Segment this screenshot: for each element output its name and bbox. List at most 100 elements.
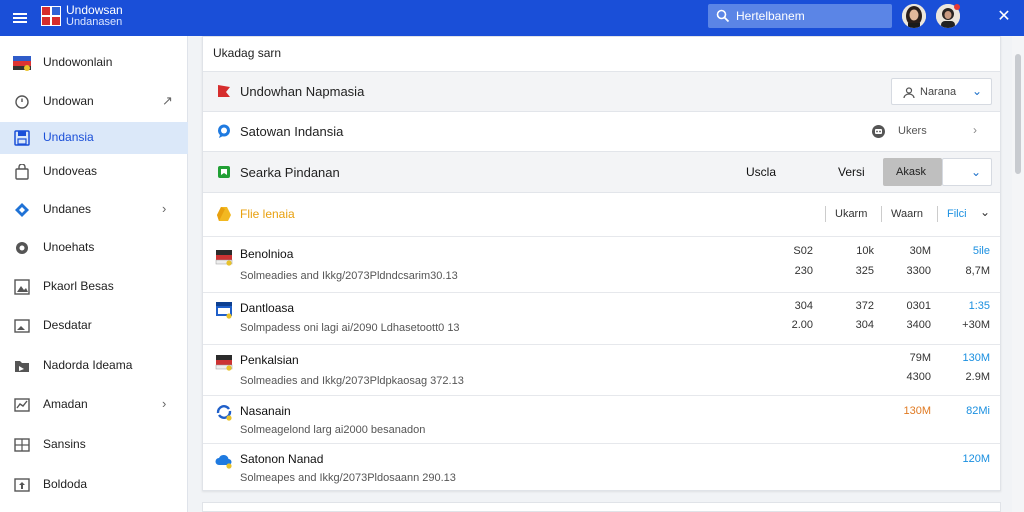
section-undowhan[interactable]: Undowhan Napmasia Narana ⌄ bbox=[203, 71, 1000, 111]
column-header-ukarm[interactable]: Ukarm bbox=[835, 208, 867, 220]
sidebar-item-sansins[interactable]: Sansins bbox=[0, 429, 188, 461]
section-label: Undowhan Napmasia bbox=[240, 84, 365, 99]
cell-value: 325 bbox=[855, 265, 874, 277]
close-button[interactable]: ✕ bbox=[994, 7, 1014, 27]
sidebar-item-label: Sansins bbox=[43, 437, 86, 451]
search-icon bbox=[716, 9, 730, 23]
chevron-down-icon: ⌄ bbox=[972, 84, 983, 98]
table-row[interactable]: Penkalsian Solmeadies and Ikkg/2073Pldpk… bbox=[203, 344, 1000, 395]
chevron-down-icon[interactable]: ⌄ bbox=[980, 205, 990, 219]
row-name: Dantloasa bbox=[240, 301, 295, 315]
row-path: Solmeapes and Ikkg/2073Pldosaann 290.13 bbox=[240, 472, 456, 484]
uscla-label[interactable]: Uscla bbox=[746, 165, 776, 179]
section-label: Searka Pindanan bbox=[240, 165, 340, 180]
column-divider bbox=[881, 206, 882, 222]
cell-value: 10k bbox=[856, 245, 874, 257]
akask-button[interactable]: Akask bbox=[883, 158, 942, 186]
cell-value: 82Mi bbox=[966, 405, 990, 417]
search-input[interactable] bbox=[736, 7, 886, 25]
cell-value: 1:35 bbox=[968, 300, 990, 312]
sync-icon bbox=[216, 405, 232, 421]
sidebar-item-label: Pkaorl Besas bbox=[43, 279, 114, 293]
row-name: Nasanain bbox=[240, 404, 291, 418]
button-label: Akask bbox=[896, 166, 926, 178]
sidebar-item-pkaorl-besas[interactable]: Pkaorl Besas bbox=[0, 271, 188, 303]
flag-icon bbox=[215, 250, 233, 266]
sidebar-item-undanes[interactable]: Undanes › bbox=[0, 194, 188, 226]
sidebar-item-boldoda[interactable]: Boldoda bbox=[0, 469, 188, 501]
table-row[interactable]: Dantloasa Solmpadess oni lagi ai/2090 Ld… bbox=[203, 292, 1000, 344]
sidebar-item-amadan[interactable]: Amadan › bbox=[0, 389, 188, 421]
section-searka[interactable]: Searka Pindanan Uscla Versi Akask ⌄ bbox=[203, 151, 1000, 192]
photo-icon bbox=[14, 319, 30, 333]
sidebar-item-undansia[interactable]: Undansia bbox=[0, 122, 188, 154]
row-path: Solmeadies and Ikkg/2073Pldndcsarim30.13 bbox=[240, 270, 458, 282]
scrollbar[interactable] bbox=[1012, 36, 1024, 512]
main-panel: Ukadag sarn Undowhan Napmasia Narana ⌄ S… bbox=[202, 36, 1001, 491]
folder-icon bbox=[15, 361, 29, 372]
bot-icon[interactable] bbox=[871, 124, 886, 139]
sidebar: Undowonlain Undowan ↗ Undansia Undoveas … bbox=[0, 36, 188, 512]
sidebar-item-unoehats[interactable]: Unoehats bbox=[0, 232, 188, 264]
narana-dropdown[interactable]: Narana ⌄ bbox=[891, 78, 992, 105]
app-header: Undowsan Undanasen ✕ bbox=[0, 0, 1024, 36]
cell-value: 79M bbox=[909, 352, 931, 364]
sidebar-item-undowan[interactable]: Undowan ↗ bbox=[0, 86, 188, 118]
table-row[interactable]: Satonon Nanad Solmeapes and Ikkg/2073Pld… bbox=[203, 443, 1000, 491]
sidebar-item-undowonlain[interactable]: Undowonlain bbox=[0, 47, 188, 79]
cell-value: 372 bbox=[855, 300, 874, 312]
chevron-right-icon: › bbox=[162, 201, 167, 216]
ukers-label[interactable]: Ukers bbox=[898, 125, 927, 137]
table-row[interactable]: Nasanain Solmeagelond larg ai2000 besana… bbox=[203, 395, 1000, 443]
save-icon bbox=[14, 130, 30, 146]
row-name: Penkalsian bbox=[240, 353, 299, 367]
sidebar-item-label: Undanes bbox=[43, 202, 92, 216]
user-icon bbox=[903, 87, 915, 98]
section-satowan[interactable]: Satowan Indansia Ukers › bbox=[203, 111, 1000, 151]
cell-value: 304 bbox=[855, 319, 874, 331]
column-divider bbox=[937, 206, 938, 222]
flag-icon bbox=[13, 56, 31, 71]
cell-value: 3300 bbox=[906, 265, 931, 277]
row-path: Solmpadess oni lagi ai/2090 Ldhasetoott0… bbox=[240, 322, 460, 334]
sidebar-item-label: Undowan bbox=[43, 94, 94, 108]
search-box[interactable] bbox=[708, 4, 892, 28]
section-label: Flie lenaia bbox=[240, 207, 295, 221]
cloud-icon bbox=[215, 454, 232, 469]
file-list-header: Flie lenaia Ukarm Waarn Filci ⌄ bbox=[203, 192, 1000, 236]
cell-value: 4300 bbox=[906, 371, 931, 383]
cell-value: 230 bbox=[794, 265, 813, 277]
cell-value: 3400 bbox=[906, 319, 931, 331]
cell-value: 0301 bbox=[906, 300, 931, 312]
user-avatar[interactable] bbox=[902, 4, 926, 28]
sidebar-item-undoveas[interactable]: Undoveas bbox=[0, 156, 188, 188]
sidebar-item-label: Desdatar bbox=[43, 318, 92, 332]
sidebar-item-nadorda-ideama[interactable]: Nadorda Ideama bbox=[0, 350, 188, 382]
row-name: Benolnioa bbox=[240, 247, 294, 261]
cell-value: 30M bbox=[909, 245, 931, 257]
image-icon bbox=[14, 279, 30, 295]
section-label: Satowan Indansia bbox=[240, 124, 344, 139]
row-path: Solmeadies and Ikkg/2073Pldpkaosag 372.1… bbox=[240, 375, 464, 387]
chevron-right-icon: › bbox=[162, 396, 167, 411]
drive-icon bbox=[217, 207, 231, 221]
flag-icon bbox=[218, 85, 230, 97]
sidebar-item-label: Undowonlain bbox=[43, 55, 113, 69]
row-name: Satonon Nanad bbox=[240, 452, 324, 466]
sidebar-item-desdatar[interactable]: Desdatar bbox=[0, 310, 188, 342]
column-header-filci[interactable]: Filci bbox=[947, 208, 967, 220]
table-row[interactable]: Benolnioa Solmeadies and Ikkg/2073Pldndc… bbox=[203, 236, 1000, 292]
app-subtitle: Undanasen bbox=[66, 16, 123, 28]
menu-icon[interactable] bbox=[10, 8, 30, 28]
cell-value: 120M bbox=[962, 453, 990, 465]
sidebar-item-label: Undoveas bbox=[43, 164, 98, 178]
clock-icon bbox=[15, 95, 29, 109]
column-header-waarn[interactable]: Waarn bbox=[891, 208, 923, 220]
versi-label[interactable]: Versi bbox=[838, 165, 865, 179]
chevron-right-icon[interactable]: › bbox=[973, 123, 977, 137]
akask-dropdown[interactable]: ⌄ bbox=[942, 158, 992, 186]
cell-value: 304 bbox=[794, 300, 813, 312]
scrollbar-thumb[interactable] bbox=[1015, 54, 1021, 174]
column-divider bbox=[825, 206, 826, 222]
chart-icon bbox=[14, 398, 30, 412]
